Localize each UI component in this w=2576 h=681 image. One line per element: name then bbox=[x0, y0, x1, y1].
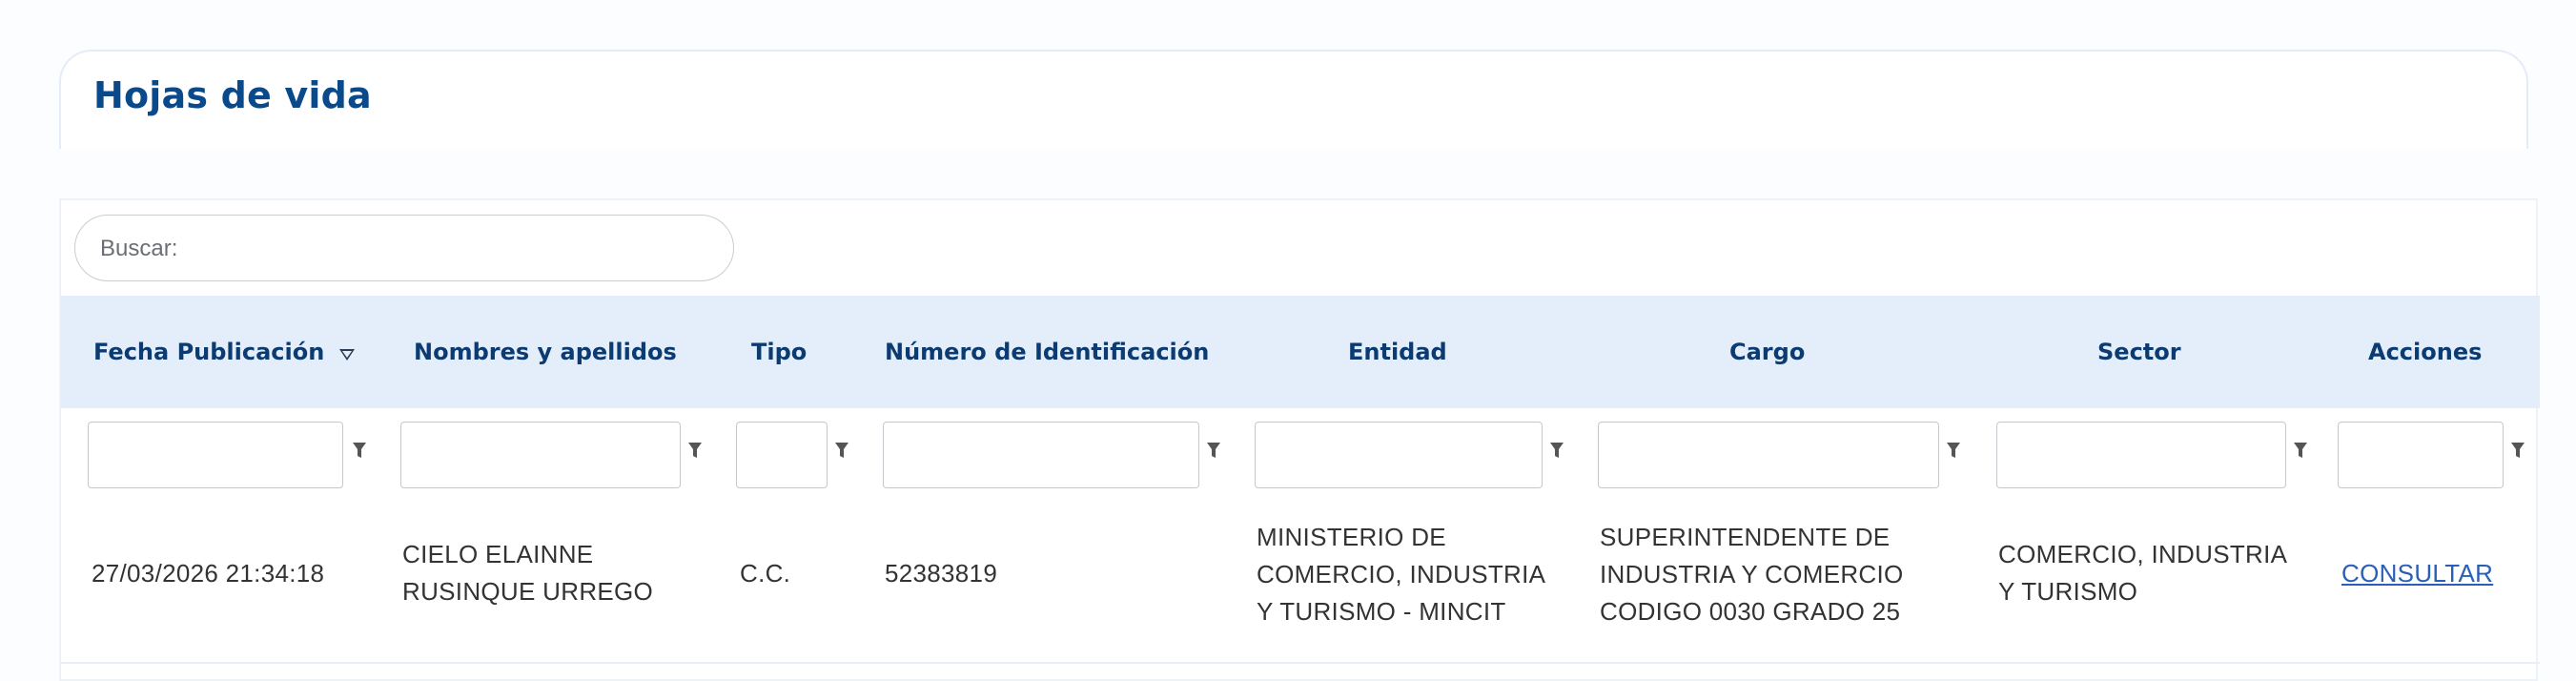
search-placeholder: Buscar: bbox=[100, 236, 178, 261]
header-label: Nombres y apellidos bbox=[414, 339, 677, 365]
header-label: Entidad bbox=[1348, 339, 1447, 365]
header-nombres[interactable]: Nombres y apellidos bbox=[414, 296, 677, 408]
filter-funnel-icon[interactable] bbox=[1945, 441, 1962, 462]
cell-cargo-line3: CODIGO 0030 GRADO 25 bbox=[1600, 597, 1901, 626]
header-fecha-publicacion[interactable]: Fecha Publicación bbox=[93, 296, 356, 408]
header-cargo[interactable]: Cargo bbox=[1729, 296, 1805, 408]
cell-nombres-line2: RUSINQUE URREGO bbox=[402, 577, 654, 606]
filter-funnel-icon[interactable] bbox=[2509, 441, 2526, 462]
header-label: Sector bbox=[2097, 339, 2181, 365]
cell-sector-line1: COMERCIO, INDUSTRIA bbox=[1998, 540, 2288, 568]
filter-funnel-icon[interactable] bbox=[351, 441, 368, 462]
header-label: Tipo bbox=[751, 339, 808, 365]
filter-funnel-icon[interactable] bbox=[2292, 441, 2309, 462]
filter-cargo-input[interactable] bbox=[1598, 422, 1939, 488]
filter-nombres-input[interactable] bbox=[400, 422, 681, 488]
cell-fecha: 27/03/2026 21:34:18 bbox=[92, 559, 325, 588]
filter-funnel-icon[interactable] bbox=[833, 441, 850, 462]
header-acciones: Acciones bbox=[2368, 296, 2482, 408]
table-panel: Buscar: Fecha Publicación Nombres y apel… bbox=[59, 198, 2540, 681]
row-divider bbox=[61, 662, 2540, 664]
page-title: Hojas de vida bbox=[93, 74, 372, 116]
sort-desc-icon[interactable] bbox=[339, 349, 356, 361]
filter-sector-input[interactable] bbox=[1996, 422, 2286, 488]
filter-funnel-icon[interactable] bbox=[1548, 441, 1565, 462]
filter-funnel-icon[interactable] bbox=[1205, 441, 1222, 462]
cell-cargo-line1: SUPERINTENDENTE DE bbox=[1600, 523, 1891, 551]
cell-entidad-line2: COMERCIO, INDUSTRIA bbox=[1257, 560, 1546, 588]
cell-cargo-line2: INDUSTRIA Y COMERCIO bbox=[1600, 560, 1904, 588]
header-label: Acciones bbox=[2368, 339, 2483, 365]
cell-entidad-line1: MINISTERIO DE bbox=[1257, 523, 1446, 551]
cell-tipo: C.C. bbox=[740, 559, 791, 588]
header-numero-identificacion[interactable]: Número de Identificación bbox=[885, 296, 1209, 408]
filter-entidad-input[interactable] bbox=[1255, 422, 1543, 488]
filter-acciones-input[interactable] bbox=[2338, 422, 2504, 488]
cell-nombres-line1: CIELO ELAINNE bbox=[402, 540, 594, 568]
filter-numero-input[interactable] bbox=[883, 422, 1199, 488]
title-card: Hojas de vida bbox=[59, 50, 2528, 149]
header-label: Fecha Publicación bbox=[93, 339, 325, 365]
header-label: Cargo bbox=[1729, 339, 1806, 365]
table-header: Fecha Publicación Nombres y apellidos Ti… bbox=[61, 296, 2540, 408]
cell-sector-line2: Y TURISMO bbox=[1998, 577, 2138, 606]
cell-numero: 52383819 bbox=[885, 559, 998, 588]
filter-tipo-input[interactable] bbox=[736, 422, 828, 488]
filter-funnel-icon[interactable] bbox=[686, 441, 704, 462]
header-entidad[interactable]: Entidad bbox=[1348, 296, 1447, 408]
header-tipo[interactable]: Tipo bbox=[751, 296, 807, 408]
filter-fecha-input[interactable] bbox=[88, 422, 343, 488]
consultar-link[interactable]: CONSULTAR bbox=[2341, 555, 2493, 592]
cell-entidad-line3: Y TURISMO - MINCIT bbox=[1257, 597, 1506, 626]
header-sector[interactable]: Sector bbox=[2097, 296, 2181, 408]
search-input[interactable]: Buscar: bbox=[74, 215, 734, 281]
header-label: Número de Identificación bbox=[885, 339, 1210, 365]
